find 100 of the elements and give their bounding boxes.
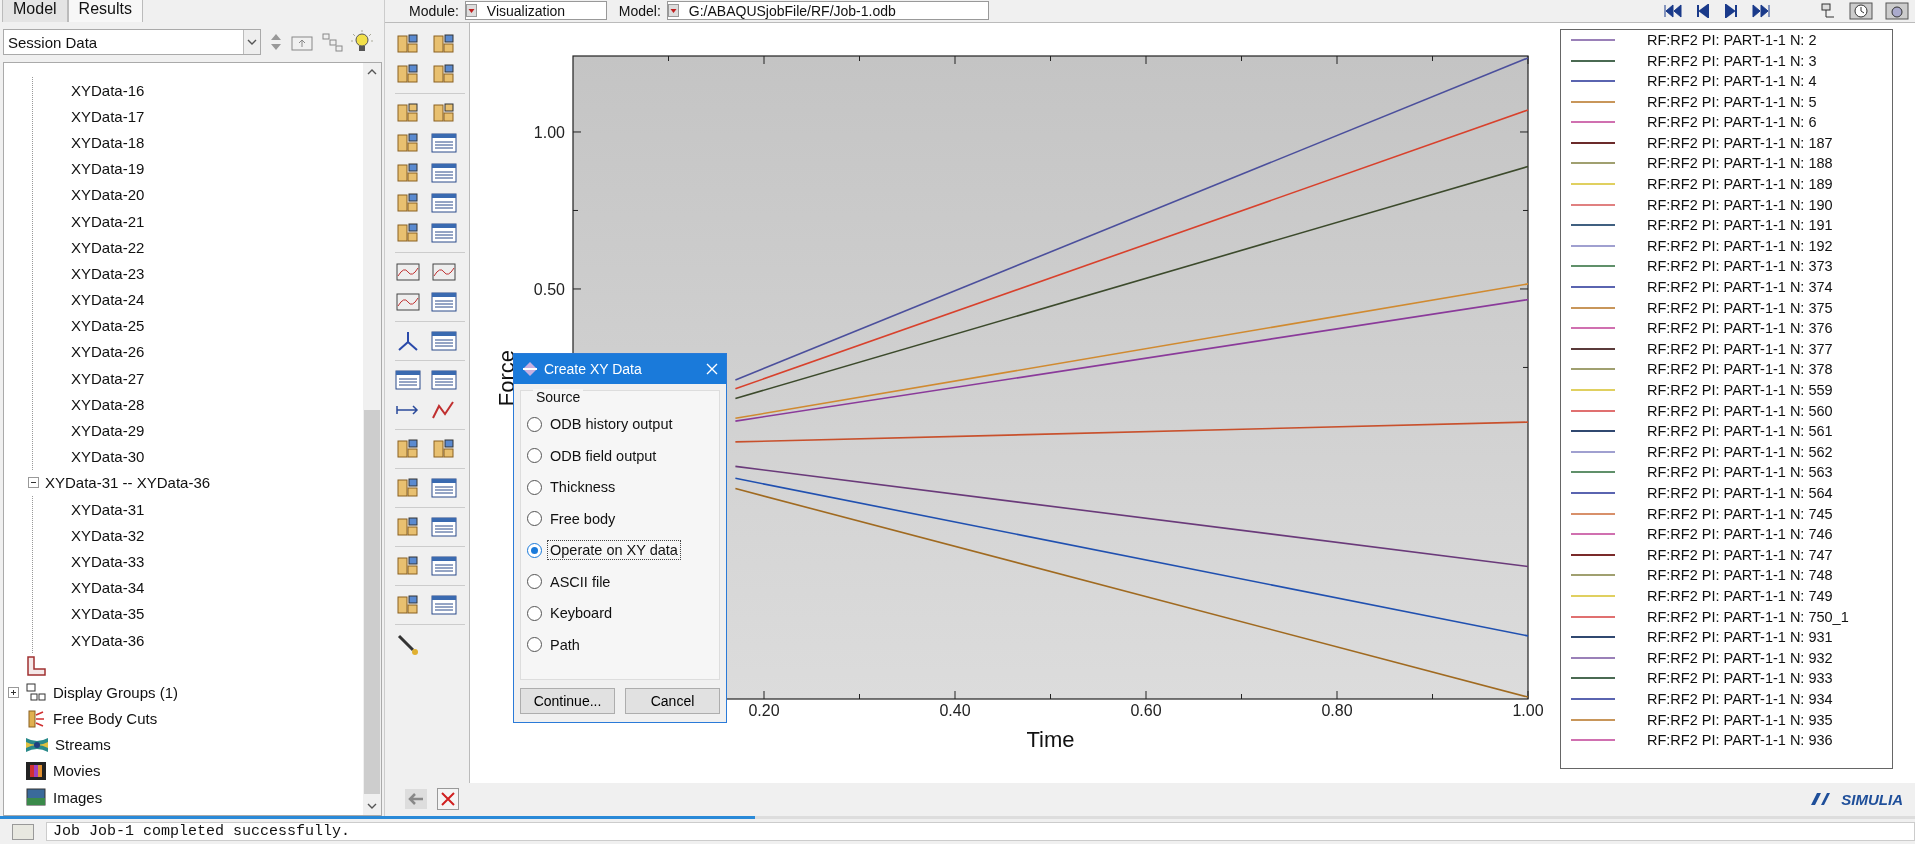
module-dropdown[interactable]: Visualization	[464, 1, 607, 21]
table-icon[interactable]	[431, 190, 457, 215]
radio-button[interactable]	[527, 542, 542, 558]
radio-label[interactable]: Thickness	[547, 477, 619, 498]
tool-icon[interactable]	[395, 100, 421, 125]
table-icon[interactable]	[431, 220, 457, 245]
last-frame-icon[interactable]	[1751, 3, 1771, 18]
clock-icon[interactable]	[1849, 1, 1873, 20]
tree-item[interactable]: XYData-28	[71, 395, 145, 413]
table-icon[interactable]	[431, 160, 457, 185]
tab[interactable]: Results	[67, 0, 143, 22]
dialog-button[interactable]: Continue...	[520, 687, 615, 714]
expand-icon[interactable]	[8, 686, 19, 698]
tree-group[interactable]: XYData-31 -- XYData-36	[45, 474, 211, 492]
tree-item[interactable]: XYData-22	[71, 238, 145, 256]
radio-label[interactable]: ODB field output	[547, 445, 660, 466]
tool-icon[interactable]	[395, 190, 421, 215]
table-icon[interactable]	[431, 289, 457, 314]
axis-tick-label: 0.50	[533, 280, 565, 298]
tree-item[interactable]: XYData-30	[71, 448, 145, 466]
table-icon[interactable]	[431, 514, 457, 539]
tree-item[interactable]: XYData-27	[71, 369, 145, 387]
radio-label[interactable]: ODB history output	[547, 414, 676, 435]
tree-item[interactable]: XYData-34	[71, 579, 145, 597]
tree-item[interactable]: XYData-18	[71, 133, 145, 151]
tool-icon[interactable]	[431, 100, 457, 125]
frame-selector-icon[interactable]	[1819, 2, 1837, 19]
legend-label: RF:RF2 PI: PART-1-1 N: 745	[1647, 505, 1833, 522]
tool-icon[interactable]	[431, 61, 457, 86]
tool-icon[interactable]	[395, 220, 421, 245]
radio-label[interactable]: Free body	[547, 508, 619, 529]
caret-icon[interactable]	[465, 4, 477, 18]
tree-item[interactable]: XYData-31	[71, 500, 145, 518]
table-icon[interactable]	[431, 328, 457, 353]
tree-item[interactable]: XYData-17	[71, 107, 145, 125]
tool-icon[interactable]	[395, 475, 421, 500]
l-shape-icon	[26, 656, 46, 677]
tree-item[interactable]: XYData-33	[71, 552, 145, 570]
tree-item[interactable]: XYData-16	[71, 81, 145, 99]
collapse-icon[interactable]	[28, 477, 39, 489]
radio-button[interactable]	[527, 637, 542, 653]
tool-icon[interactable]	[395, 592, 421, 617]
tree-item[interactable]: Images	[53, 788, 103, 806]
scroll-up-icon[interactable]	[366, 67, 378, 77]
tool-icon[interactable]	[431, 31, 457, 56]
tab[interactable]: Model	[2, 0, 68, 22]
session-dropdown[interactable]: Session Data	[3, 29, 261, 55]
camera-icon[interactable]	[1885, 1, 1909, 20]
table-icon[interactable]	[395, 367, 421, 392]
radio-button[interactable]	[527, 605, 542, 621]
tree-item[interactable]: Display Groups (1)	[53, 683, 179, 701]
tree-nodes-icon[interactable]	[321, 32, 343, 52]
tree-item[interactable]: XYData-23	[71, 264, 145, 282]
tool-icon[interactable]	[395, 514, 421, 539]
tree-item[interactable]: XYData-32	[71, 526, 145, 544]
table-icon[interactable]	[431, 592, 457, 617]
tree-item[interactable]: XYData-35	[71, 605, 145, 623]
radio-button[interactable]	[527, 511, 542, 527]
tree-item[interactable]: Streams	[55, 736, 111, 754]
table-icon[interactable]	[431, 367, 457, 392]
previous-frame-icon[interactable]	[1695, 3, 1711, 18]
tool-icon[interactable]	[431, 436, 457, 461]
radio-label[interactable]: ASCII file	[547, 571, 614, 592]
tree-item[interactable]: XYData-24	[71, 291, 145, 309]
light-bulb-icon[interactable]	[351, 30, 373, 54]
tool-icon[interactable]	[395, 436, 421, 461]
tool-icon[interactable]	[395, 61, 421, 86]
table-icon[interactable]	[431, 553, 457, 578]
tree-item[interactable]: XYData-19	[71, 160, 145, 178]
radio-button[interactable]	[527, 448, 542, 464]
radio-label[interactable]: Keyboard	[547, 603, 616, 624]
scrollbar-thumb[interactable]	[364, 410, 380, 794]
tool-icon[interactable]	[395, 160, 421, 185]
tree-item[interactable]: XYData-25	[71, 317, 145, 335]
tree-item[interactable]: XYData-26	[71, 343, 145, 361]
tool-icon[interactable]	[395, 553, 421, 578]
dialog-button[interactable]: Cancel	[625, 687, 720, 714]
table-icon[interactable]	[431, 130, 457, 155]
radio-button[interactable]	[527, 416, 542, 432]
tree-item[interactable]: XYData-21	[71, 212, 145, 230]
radio-button[interactable]	[527, 479, 542, 495]
tree-item[interactable]: Movies	[53, 762, 101, 780]
tree-item[interactable]: Free Body Cuts	[53, 710, 158, 728]
model-dropdown[interactable]: G:/ABAQUSjobFile/RF/Job-1.odb	[666, 1, 989, 21]
tree-item[interactable]: XYData-29	[71, 422, 145, 440]
caret-icon[interactable]	[247, 38, 257, 46]
tree-item[interactable]: XYData-36	[71, 631, 145, 649]
first-frame-icon[interactable]	[1663, 3, 1683, 18]
radio-label[interactable]: Path	[547, 634, 583, 655]
caret-icon[interactable]	[667, 4, 679, 18]
next-frame-icon[interactable]	[1723, 3, 1739, 18]
radio-label[interactable]: Operate on XY data	[547, 540, 681, 561]
close-icon[interactable]	[706, 362, 718, 375]
radio-button[interactable]	[527, 574, 542, 590]
tree-item[interactable]: XYData-20	[71, 186, 145, 204]
cancel-x-icon[interactable]	[437, 788, 459, 811]
tool-icon[interactable]	[395, 130, 421, 155]
table-icon[interactable]	[431, 475, 457, 500]
scroll-down-icon[interactable]	[366, 801, 378, 811]
tool-icon[interactable]	[395, 31, 421, 56]
